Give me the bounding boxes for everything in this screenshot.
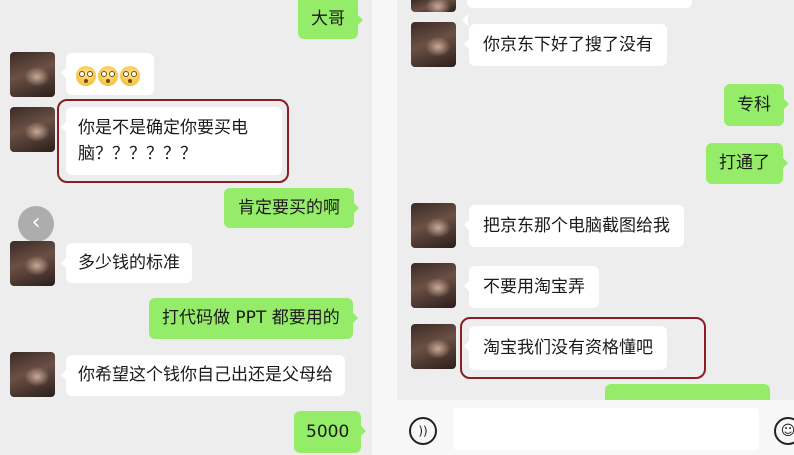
message-input[interactable]: [453, 408, 759, 450]
message-bubble-incoming[interactable]: 不要用淘宝弄: [464, 266, 599, 308]
highlight-box: [460, 317, 706, 379]
flushed-face-icon: [98, 66, 118, 86]
message-bubble-outgoing[interactable]: 专科: [724, 84, 789, 126]
avatar[interactable]: [411, 324, 456, 369]
message-bubble-outgoing[interactable]: 打通了: [706, 143, 788, 184]
message-text: 肯定要买的啊: [238, 198, 340, 218]
message-text: 你希望这个钱你自己出还是父母给: [78, 365, 333, 385]
highlight-box: [57, 99, 289, 183]
avatar[interactable]: [411, 0, 456, 12]
left-chat-panel: 大哥 你是不是确定你要买电 脑？？？？？？ 肯定要买的啊 ‹ 多少钱的标准 打代…: [0, 0, 372, 455]
voice-icon: )): [418, 424, 428, 438]
message-text: 大哥: [311, 9, 345, 29]
message-bubble-incoming[interactable]: 你京东下好了搜了没有: [464, 24, 667, 66]
message-text: 多少钱的标准: [78, 253, 180, 273]
flushed-face-icon: [120, 66, 140, 86]
message-text: 把京东那个电脑截图给我: [483, 216, 670, 236]
flushed-face-icon: [76, 66, 96, 86]
message-text: 打代码做 PPT 都要用的: [162, 308, 340, 328]
message-bubble-outgoing[interactable]: 肯定要买的啊: [224, 188, 359, 228]
smile-icon: ☺: [780, 423, 794, 439]
emoji-button[interactable]: ☺: [774, 417, 794, 445]
avatar[interactable]: [411, 22, 456, 67]
avatar[interactable]: [411, 203, 456, 248]
message-bubble-incoming[interactable]: 你希望这个钱你自己出还是父母给: [61, 355, 345, 396]
voice-button[interactable]: )): [409, 417, 437, 445]
panel-divider: [372, 0, 397, 455]
avatar[interactable]: [10, 241, 55, 286]
message-bubble-incoming[interactable]: 把京东那个电脑截图给我: [464, 205, 684, 247]
message-text: 打通了: [719, 153, 770, 173]
chat-input-bar: )) ☺: [397, 400, 794, 455]
avatar[interactable]: [10, 52, 55, 97]
chevron-left-icon: ‹: [31, 210, 41, 235]
message-bubble-incoming[interactable]: [462, 0, 692, 26]
avatar[interactable]: [10, 107, 55, 152]
message-bubble-outgoing[interactable]: 大哥: [298, 0, 363, 39]
message-text: 专科: [737, 95, 771, 115]
avatar[interactable]: [411, 263, 456, 308]
message-bubble-outgoing[interactable]: 5000: [294, 411, 367, 453]
message-bubble-outgoing[interactable]: 打代码做 PPT 都要用的: [149, 298, 358, 339]
right-chat-panel: 你京东下好了搜了没有 专科 打通了 把京东那个电脑截图给我 不要用淘宝弄 淘宝我…: [397, 0, 794, 455]
message-bubble-incoming[interactable]: 多少钱的标准: [61, 243, 192, 283]
message-text: 5000: [306, 422, 350, 442]
message-bubble-incoming[interactable]: [61, 53, 154, 95]
avatar[interactable]: [10, 352, 55, 397]
back-button[interactable]: ‹: [18, 206, 54, 242]
message-text: 不要用淘宝弄: [483, 277, 585, 297]
message-text: 你京东下好了搜了没有: [483, 35, 653, 55]
